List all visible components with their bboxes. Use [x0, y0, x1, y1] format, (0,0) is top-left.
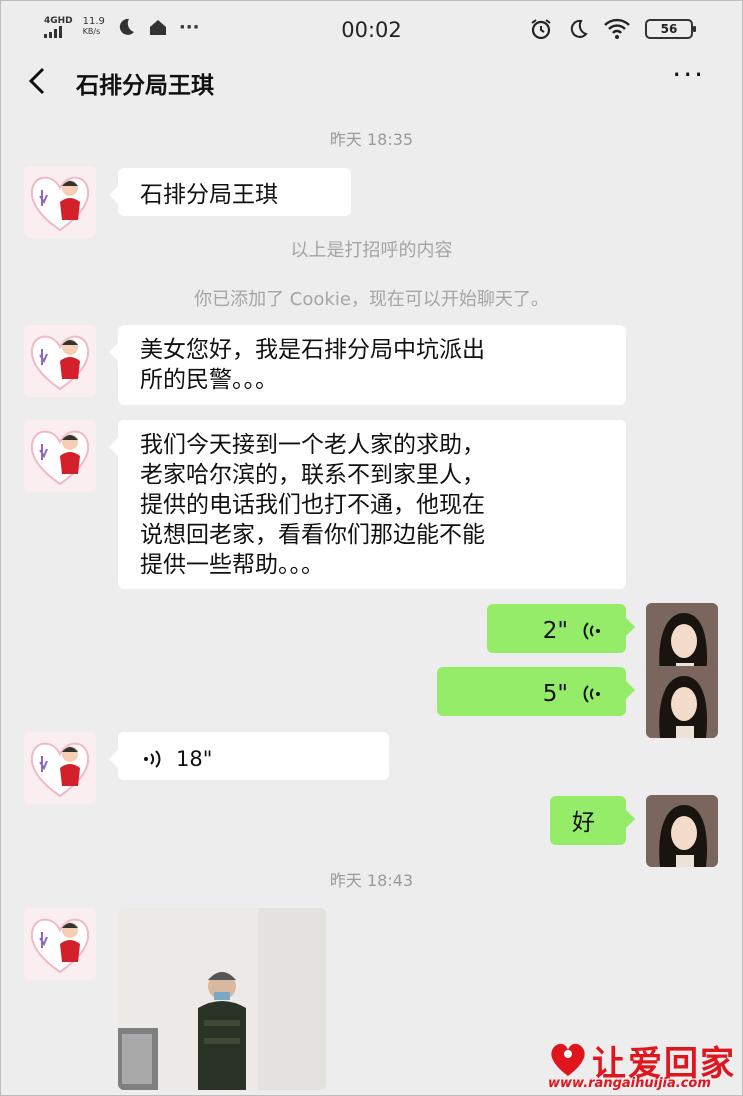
voice-wave-icon — [144, 750, 161, 768]
avatar-image — [646, 666, 718, 738]
back-button[interactable] — [26, 64, 48, 106]
voice-content: 18" — [140, 744, 367, 774]
do-not-disturb-icon — [570, 19, 588, 38]
status-bar: 4GHD 11.9 KB/s ··· 00:02 56 — [0, 0, 743, 58]
avatar-image — [646, 795, 718, 867]
contact-avatar[interactable] — [24, 325, 96, 397]
avatar-image — [30, 742, 90, 798]
system-notice: 你已添加了 Cookie，现在可以开始聊天了。 — [194, 289, 549, 310]
my-avatar[interactable] — [646, 666, 718, 738]
message-line: 所的民警。。。 — [140, 367, 278, 393]
outgoing-voice-message[interactable]: 5" — [437, 667, 635, 716]
voice-content: 2" — [509, 616, 604, 646]
voice-duration: 18" — [176, 747, 213, 771]
incoming-voice-message[interactable]: 18" — [109, 732, 389, 780]
voice-duration: 2" — [542, 618, 568, 644]
chevron-left-icon — [28, 67, 45, 95]
message-line: 说想回老家，看看你们那边能不能 — [140, 522, 485, 548]
chat-title: 石排分局王琪 — [76, 73, 214, 99]
message-line: 我们今天接到一个老人家的求助， — [140, 432, 485, 458]
contact-avatar[interactable] — [24, 420, 96, 492]
photo-image — [118, 908, 326, 1090]
chat-more-button[interactable]: ··· — [672, 58, 705, 91]
system-notice: 以上是打招呼的内容 — [290, 240, 453, 261]
avatar-image — [30, 918, 90, 974]
message-line: 美女您好，我是石排分局中坑派出 — [140, 337, 485, 363]
avatar-image — [646, 603, 718, 675]
timestamp: 昨天 18:35 — [329, 130, 414, 149]
incoming-message[interactable]: 石排分局王琪 — [109, 168, 351, 216]
wifi-icon — [604, 18, 630, 39]
alarm-icon — [531, 19, 551, 40]
avatar-image — [30, 176, 90, 232]
message-text: 好 — [572, 810, 595, 836]
contact-avatar[interactable] — [24, 732, 96, 804]
voice-duration: 5" — [542, 681, 568, 707]
message-line: 提供一些帮助。。。 — [140, 552, 324, 578]
message-line: 老家哈尔滨的，联系不到家里人， — [140, 462, 485, 488]
incoming-message[interactable]: 美女您好，我是石排分局中坑派出 所的民警。。。 — [109, 325, 626, 405]
avatar-image — [30, 335, 90, 391]
battery-icon: 56 — [645, 19, 696, 39]
photo-message[interactable] — [118, 908, 326, 1090]
outgoing-voice-message[interactable]: 2" — [487, 604, 635, 653]
my-avatar[interactable] — [646, 603, 718, 675]
heart-logo-icon — [551, 1043, 585, 1076]
chat-header: 石排分局王琪 ··· — [0, 58, 743, 106]
voice-content: 5" — [459, 679, 604, 709]
my-avatar[interactable] — [646, 795, 718, 867]
watermark: 让爱回家 www.rangaihuijia.com — [548, 1040, 738, 1091]
outgoing-message[interactable]: 好 — [550, 796, 635, 845]
voice-wave-icon — [583, 685, 600, 703]
timestamp: 昨天 18:43 — [329, 871, 414, 890]
avatar-image — [30, 430, 90, 486]
voice-wave-icon — [583, 622, 600, 640]
contact-avatar[interactable] — [24, 166, 96, 238]
incoming-message[interactable]: 我们今天接到一个老人家的求助， 老家哈尔滨的，联系不到家里人， 提供的电话我们也… — [109, 420, 626, 589]
watermark-url: www.rangaihuijia.com — [548, 1076, 711, 1091]
message-line: 提供的电话我们也打不通，他现在 — [140, 492, 485, 518]
status-right: 56 — [529, 17, 696, 41]
contact-avatar[interactable] — [24, 908, 96, 980]
message-text: 石排分局王琪 — [140, 182, 278, 208]
